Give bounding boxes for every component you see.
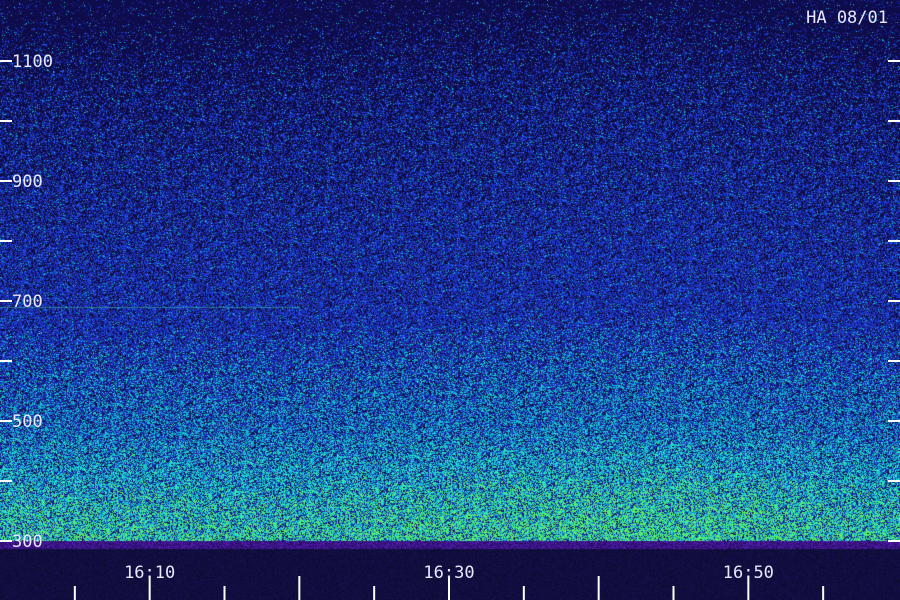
spectrogram-chart: HA 08/01 1100 900 700 500 300 16:10 16:30 16:5… (0, 0, 900, 600)
x-axis: 16:10 16:30 16:50 (73, 563, 825, 600)
chart-axes: HA 08/01 1100 900 700 500 300 16:10 16:30 16:5… (0, 8, 900, 600)
chart-title: HA 08/01 (806, 8, 888, 28)
x-tick-label: 16:30 (423, 563, 474, 583)
y-tick-label: 900 (12, 172, 43, 192)
y-tick-label: 300 (12, 532, 43, 552)
y-tick-label: 700 (12, 292, 43, 312)
y-tick-label: 1100 (12, 52, 53, 72)
y-axis: 1100 900 700 500 300 (0, 52, 900, 552)
x-tick-label: 16:10 (124, 563, 175, 583)
y-tick-label: 500 (12, 412, 43, 432)
x-tick-label: 16:50 (723, 563, 774, 583)
